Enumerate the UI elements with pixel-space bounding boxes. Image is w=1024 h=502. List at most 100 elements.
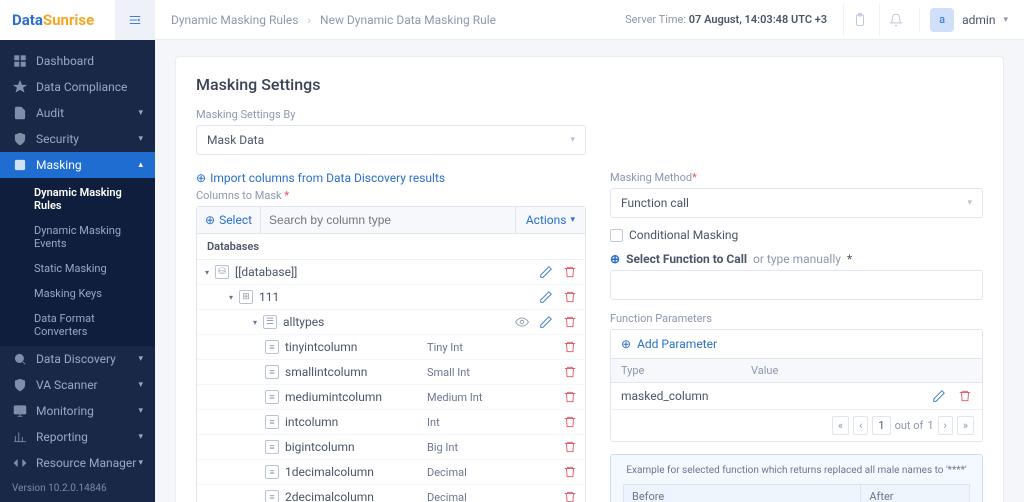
pager-total: 1 (927, 419, 933, 432)
edit-icon[interactable] (539, 265, 553, 279)
server-time-value: 07 August, 14:03:48 UTC +3 (689, 13, 827, 26)
bell-icon[interactable] (879, 4, 911, 36)
add-parameter-label: Add Parameter (637, 337, 717, 351)
nav-security[interactable]: Security▾ (0, 126, 155, 152)
breadcrumb-a[interactable]: Dynamic Masking Rules (171, 13, 298, 27)
tree-node-name: alltypes (283, 315, 324, 329)
logo[interactable]: DataSunrise (0, 11, 115, 29)
example-title: Example for selected function which retu… (623, 465, 970, 476)
edit-icon[interactable] (539, 315, 553, 329)
nav-va-scanner[interactable]: VA Scanner▾ (0, 372, 155, 398)
delete-icon[interactable] (563, 290, 577, 304)
tree-node-name: smallintcolumn (285, 365, 367, 379)
delete-icon[interactable] (563, 265, 577, 279)
nav-data-discovery[interactable]: Data Discovery▾ (0, 346, 155, 372)
plus-icon[interactable]: ⊕ (610, 252, 620, 266)
tree-node-name: intcolumn (285, 415, 338, 429)
pager-first[interactable]: « (832, 416, 849, 435)
select-function-label: Select Function to Call (626, 252, 747, 266)
tree-node-type: Medium Int (427, 391, 527, 404)
or-type-manually-label: or type manually (753, 252, 841, 266)
delete-icon[interactable] (563, 315, 577, 329)
pager-prev[interactable]: ‹ (853, 416, 868, 435)
function-input[interactable] (610, 270, 983, 300)
version-label: Version 10.2.0.14846 (0, 475, 155, 502)
chevron-down-icon: ▾ (570, 135, 575, 145)
tree-node-name: 111 (259, 290, 279, 304)
chevron-down-icon: ▾ (967, 198, 972, 208)
plus-icon: ⊕ (196, 171, 206, 185)
clipboard-icon[interactable] (843, 4, 875, 36)
chevron-down-icon[interactable]: ▾ (253, 318, 257, 327)
select-button[interactable]: ⊕Select (197, 207, 261, 233)
sidebar-collapse-button[interactable] (115, 0, 155, 40)
file-icon (12, 106, 28, 120)
add-parameter-button[interactable]: ⊕ Add Parameter (611, 330, 982, 359)
chevron-down-icon[interactable]: ▾ (205, 268, 209, 277)
nav-masking-sub: Dynamic Masking Rules Dynamic Masking Ev… (0, 178, 155, 346)
example-table: Before After Oliver Johnson **** (623, 484, 970, 502)
actions-dropdown[interactable]: Actions▾ (515, 207, 585, 233)
server-time-label: Server Time: (625, 13, 686, 26)
nav-sub-label: Dynamic Masking Rules (34, 186, 143, 212)
conditional-masking-checkbox[interactable]: Conditional Masking (610, 228, 983, 242)
avatar: a (930, 8, 954, 32)
edit-icon[interactable] (539, 290, 553, 304)
tree-node-type: Decimal (427, 466, 527, 479)
nav-monitoring-label: Monitoring (36, 404, 94, 418)
server-time: Server Time: 07 August, 14:03:48 UTC +3 (625, 13, 827, 26)
nav-dashboard[interactable]: Dashboard (0, 48, 155, 74)
nav-data-format-converters[interactable]: Data Format Converters (0, 306, 155, 344)
params-type-header: Type (611, 359, 741, 382)
nav-static-masking[interactable]: Static Masking (0, 256, 155, 281)
bar-chart-icon (12, 430, 28, 444)
chevron-down-icon[interactable]: ▾ (229, 293, 233, 302)
delete-icon[interactable] (563, 390, 577, 404)
pager-last[interactable]: » (957, 416, 974, 435)
nav-monitoring[interactable]: Monitoring▾ (0, 398, 155, 424)
import-link-label: Import columns from Data Discovery resul… (210, 171, 445, 185)
mask-icon (12, 158, 28, 172)
delete-icon[interactable] (563, 415, 577, 429)
params-row: masked_column (611, 383, 982, 410)
pager-next[interactable]: › (938, 416, 953, 435)
edit-icon[interactable] (932, 389, 946, 403)
delete-icon[interactable] (563, 490, 577, 502)
tree-node-name: [[database]] (235, 265, 297, 279)
nav-reporting[interactable]: Reporting▾ (0, 424, 155, 450)
params-value-header: Value (741, 359, 982, 382)
import-columns-link[interactable]: ⊕ Import columns from Data Discovery res… (196, 171, 586, 185)
breadcrumb-sep: › (307, 13, 311, 27)
settings-by-select[interactable]: Mask Data ▾ (196, 125, 586, 155)
delete-icon[interactable] (563, 440, 577, 454)
nav-audit-label: Audit (36, 106, 64, 120)
search-icon (12, 352, 28, 366)
nav-dynamic-masking-events[interactable]: Dynamic Masking Events (0, 218, 155, 256)
chevron-down-icon: ▾ (138, 458, 143, 468)
nav-audit[interactable]: Audit▾ (0, 100, 155, 126)
delete-icon[interactable] (958, 389, 972, 403)
masking-method-label: Masking Method* (610, 171, 983, 184)
nav-masking-keys[interactable]: Masking Keys (0, 281, 155, 306)
example-box: Example for selected function which retu… (610, 454, 983, 502)
delete-icon[interactable] (563, 340, 577, 354)
delete-icon[interactable] (563, 365, 577, 379)
nav-dynamic-masking-rules[interactable]: Dynamic Masking Rules (0, 180, 155, 218)
chevron-down-icon: ▾ (138, 134, 143, 144)
tree-type-icon: ⛁ (215, 265, 229, 279)
nav-reporting-label: Reporting (36, 430, 88, 444)
delete-icon[interactable] (563, 465, 577, 479)
chevron-up-icon: ▴ (138, 160, 143, 170)
eye-icon[interactable] (515, 315, 529, 329)
breadcrumb-b: New Dynamic Data Masking Rule (320, 13, 496, 27)
user-menu[interactable]: a admin ▾ (919, 8, 1008, 32)
search-input[interactable] (261, 207, 515, 233)
logo-part1: Data (12, 11, 43, 29)
nav-masking[interactable]: Masking▴ (0, 152, 155, 178)
nav-resource-manager[interactable]: Resource Manager▾ (0, 450, 155, 475)
tree-node-type: Decimal (427, 491, 527, 502)
nav-data-compliance[interactable]: Data Compliance (0, 74, 155, 100)
masking-method-select[interactable]: Function call ▾ (610, 188, 983, 218)
pager-current[interactable]: 1 (872, 416, 890, 435)
tree-node-name: 2decimalcolumn (285, 490, 374, 502)
